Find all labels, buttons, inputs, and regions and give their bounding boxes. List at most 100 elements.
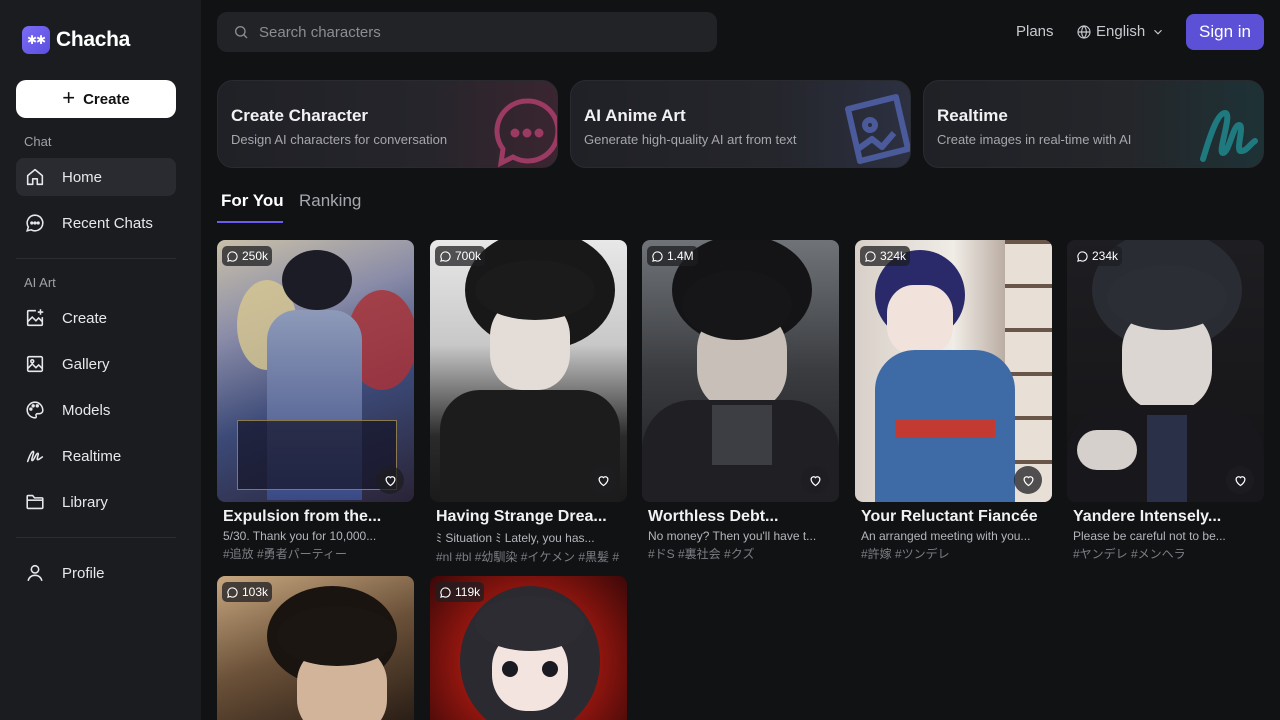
like-button[interactable] xyxy=(376,466,404,494)
sidebar-item-label: Create xyxy=(62,309,108,327)
chat-count: 700k xyxy=(455,249,482,263)
sidebar-item-models[interactable]: Models xyxy=(16,391,176,429)
sidebar-item-label: Library xyxy=(62,493,108,511)
character-card[interactable]: 1.4M Worthless Debt... No money? Then yo… xyxy=(642,240,839,562)
chat-bubble-icon xyxy=(440,250,451,262)
ai-art-section-label: AI Art xyxy=(24,275,56,290)
character-image: 250k xyxy=(217,240,414,502)
heart-icon xyxy=(1234,475,1246,486)
sidebar-item-library[interactable]: Library xyxy=(16,483,176,521)
sidebar-item-profile[interactable]: Profile xyxy=(16,554,176,592)
chat-count: 119k xyxy=(455,585,481,599)
character-description: Please be careful not to be... xyxy=(1073,529,1226,543)
like-button[interactable] xyxy=(589,466,617,494)
chat-bubble-icon xyxy=(494,98,557,167)
sidebar-item-label: Gallery xyxy=(62,355,110,373)
like-button[interactable] xyxy=(801,466,829,494)
sidebar-item-label: Home xyxy=(62,168,103,186)
create-button[interactable]: + Create xyxy=(16,80,176,118)
home-icon xyxy=(26,168,44,186)
character-tags: #ヤンデレ #メンヘラ xyxy=(1073,547,1186,561)
search-icon xyxy=(235,26,248,39)
language-selector[interactable]: English xyxy=(1076,23,1165,40)
chat-count-badge: 250k xyxy=(222,246,273,266)
character-tags: #nl #bl #幼馴染 #イケメン #黒髪 # xyxy=(436,550,620,564)
chat-bubble-icon xyxy=(652,250,663,262)
chat-bubble-icon xyxy=(865,250,876,262)
chat-count: 103k xyxy=(242,585,269,599)
feature-realtime[interactable]: Realtime Create images in real-time with… xyxy=(923,80,1264,168)
tab-for-you[interactable]: For You xyxy=(221,191,284,211)
plans-link[interactable]: Plans xyxy=(1016,23,1054,40)
sidebar-item-art-create[interactable]: Create xyxy=(16,299,176,337)
character-image: 700k xyxy=(430,240,627,502)
sidebar-item-realtime[interactable]: Realtime xyxy=(16,437,176,475)
sidebar-divider xyxy=(16,537,176,538)
character-description: 5/30. Thank you for 10,000... xyxy=(223,529,377,543)
heart-icon xyxy=(809,475,821,486)
language-label: English xyxy=(1096,23,1146,40)
character-tags: #許嫁 #ツンデレ xyxy=(861,547,950,561)
character-card[interactable]: 119k xyxy=(430,576,627,720)
chat-count-badge: 103k xyxy=(222,582,273,602)
create-button-label: Create xyxy=(83,90,130,108)
chat-count: 250k xyxy=(242,249,269,263)
chat-count-badge: 700k xyxy=(435,246,486,266)
chat-count: 1.4M xyxy=(667,249,694,263)
heart-icon xyxy=(597,475,609,486)
sidebar-item-recent-chats[interactable]: Recent Chats xyxy=(16,204,176,242)
squiggle-icon xyxy=(26,450,44,463)
feature-ai-anime-art[interactable]: AI Anime Art Generate high-quality AI ar… xyxy=(570,80,911,168)
sidebar-item-home[interactable]: Home xyxy=(16,158,176,196)
character-image: 324k xyxy=(855,240,1052,502)
folder-icon xyxy=(26,494,44,510)
character-card[interactable]: 324k Your Reluctant Fiancée An arranged … xyxy=(855,240,1052,562)
logo-icon: ✱✱ xyxy=(22,26,50,54)
like-button[interactable] xyxy=(1014,466,1042,494)
character-image: 103k xyxy=(217,576,414,720)
sidebar-item-gallery[interactable]: Gallery xyxy=(16,345,176,383)
chat-bubble-icon xyxy=(440,586,451,598)
character-title: Having Strange Drea... xyxy=(436,508,607,525)
sidebar: ✱✱ Chacha + Create Chat Home Recent Chat… xyxy=(0,0,201,720)
character-title: Your Reluctant Fiancée xyxy=(861,508,1038,525)
character-card[interactable]: 700k Having Strange Drea... ﾐ Situation … xyxy=(430,240,627,565)
character-card[interactable]: 250k Expulsion from the... 5/30. Thank y… xyxy=(217,240,414,562)
character-tags: #ドS #裏社会 #クズ xyxy=(648,547,755,561)
chat-section-label: Chat xyxy=(24,134,52,149)
sidebar-item-label: Models xyxy=(62,401,111,419)
user-icon xyxy=(27,564,43,582)
tab-ranking[interactable]: Ranking xyxy=(299,191,361,211)
chat-count: 234k xyxy=(1092,249,1119,263)
character-card[interactable]: 103k xyxy=(217,576,414,720)
search-input[interactable] xyxy=(259,23,689,41)
chat-count-badge: 324k xyxy=(860,246,911,266)
chat-count: 324k xyxy=(880,249,907,263)
plus-icon: + xyxy=(62,85,76,110)
character-description: ﾐ Situation ﾐ Lately, you has... xyxy=(436,531,595,545)
heart-icon xyxy=(384,475,396,486)
heart-icon xyxy=(1022,475,1034,486)
chat-count-badge: 234k xyxy=(1072,246,1123,266)
sign-in-button[interactable]: Sign in xyxy=(1186,14,1264,50)
character-title: Expulsion from the... xyxy=(223,508,382,525)
sidebar-divider xyxy=(16,258,176,259)
search-bar[interactable] xyxy=(217,12,717,52)
sidebar-item-label: Profile xyxy=(62,564,105,582)
like-button[interactable] xyxy=(1226,466,1254,494)
character-image: 234k xyxy=(1067,240,1264,502)
feature-create-character[interactable]: Create Character Design AI characters fo… xyxy=(217,80,558,168)
image-icon xyxy=(26,355,44,373)
character-card[interactable]: 234k Yandere Intensely... Please be care… xyxy=(1067,240,1264,562)
character-description: No money? Then you'll have t... xyxy=(648,529,817,543)
palette-icon xyxy=(26,401,44,419)
sidebar-item-label: Recent Chats xyxy=(62,214,153,232)
active-tab-indicator xyxy=(217,221,283,223)
character-image: 1.4M xyxy=(642,240,839,502)
chat-bubble-icon xyxy=(1077,250,1088,262)
character-title: Yandere Intensely... xyxy=(1073,508,1222,525)
chevron-down-icon xyxy=(1154,29,1163,35)
character-title: Worthless Debt... xyxy=(648,508,779,525)
character-image: 119k xyxy=(430,576,627,720)
app-logo[interactable]: ✱✱ Chacha xyxy=(22,26,130,54)
